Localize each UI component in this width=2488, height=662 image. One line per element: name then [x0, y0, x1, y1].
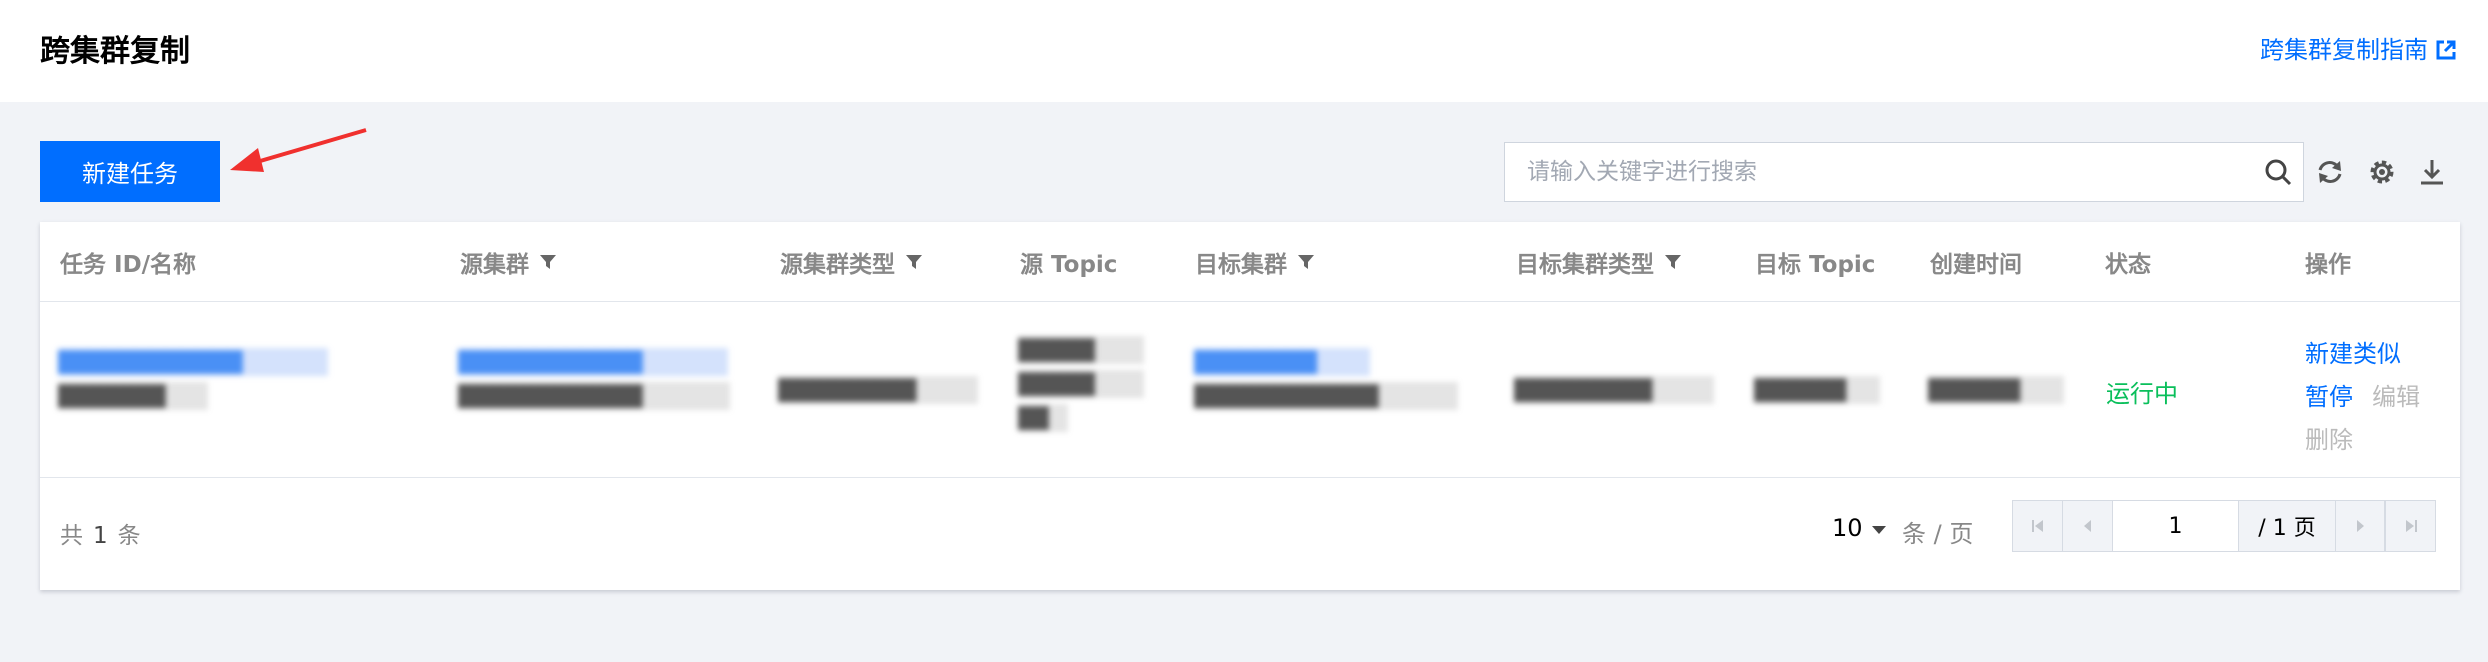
- search-input[interactable]: [1505, 143, 2253, 201]
- target-cluster-type-cell: █████████: [1514, 376, 1714, 404]
- column-header-task-id: 任务 ID/名称: [60, 222, 196, 302]
- source-cluster-type: █████████: [778, 376, 978, 404]
- table-footer: 共1条 10 条 / 页 / 1 页: [40, 478, 2460, 590]
- source-cluster-cell: ████████████ ████████████: [458, 348, 730, 410]
- column-header-target-cluster: 目标集群: [1195, 222, 1315, 302]
- delete-link: 删除: [2305, 426, 2353, 454]
- target-cluster-type: █████████: [1514, 376, 1714, 404]
- target-topic: ██████: [1754, 376, 1880, 404]
- created-time: ██████: [1928, 376, 2064, 404]
- prev-page-icon[interactable]: [2063, 501, 2113, 551]
- first-page-icon[interactable]: [2013, 501, 2063, 551]
- target-cluster-link[interactable]: ████████: [1194, 348, 1370, 376]
- status-cell: 运行中: [2106, 374, 2178, 409]
- task-name: ███████: [58, 382, 208, 410]
- annotation-arrow: [220, 120, 370, 184]
- column-label: 操作: [2305, 252, 2351, 278]
- table-header: 任务 ID/名称 源集群 源集群类型 源 Topic 目标集群 目标集群类型 目…: [40, 222, 2460, 302]
- source-cluster-link[interactable]: ████████████: [458, 348, 728, 376]
- download-icon[interactable]: [2414, 154, 2450, 190]
- source-cluster-type-cell: █████████: [778, 376, 978, 404]
- column-label: 源 Topic: [1020, 252, 1118, 278]
- task-table: 任务 ID/名称 源集群 源集群类型 源 Topic 目标集群 目标集群类型 目…: [40, 222, 2460, 590]
- table-row: ████████████ ███████ ████████████ ██████…: [40, 302, 2460, 478]
- target-cluster-name: ████████████: [1194, 382, 1458, 410]
- source-topic-line: █████: [1018, 336, 1144, 364]
- column-header-source-cluster: 源集群: [460, 222, 557, 302]
- total-count: 共1条: [60, 516, 141, 550]
- new-task-button[interactable]: 新建任务: [40, 141, 220, 202]
- edit-link: 编辑: [2372, 383, 2421, 411]
- guide-link-label: 跨集群复制指南: [2260, 36, 2428, 64]
- create-similar-link[interactable]: 新建类似: [2305, 340, 2401, 368]
- column-label: 状态: [2105, 252, 2151, 278]
- next-page-icon[interactable]: [2335, 501, 2385, 551]
- filter-icon[interactable]: [905, 253, 923, 271]
- pagination: / 1 页: [2012, 500, 2436, 552]
- column-label: 源集群类型: [780, 252, 895, 278]
- source-topic-line: █████: [1018, 370, 1144, 398]
- column-label: 创建时间: [1930, 252, 2022, 278]
- column-label: 目标集群: [1195, 252, 1287, 278]
- total-suffix: 条: [117, 523, 141, 549]
- source-topic-line: ██: [1018, 404, 1068, 432]
- actions-cell: 新建类似 暂停 编辑 删除: [2305, 334, 2455, 463]
- task-id-cell: ████████████ ███████: [58, 348, 328, 410]
- pause-link[interactable]: 暂停: [2305, 383, 2353, 411]
- external-link-icon: [2436, 40, 2456, 60]
- filter-icon[interactable]: [1297, 253, 1315, 271]
- column-label: 源集群: [460, 252, 529, 278]
- total-prefix: 共: [60, 523, 83, 549]
- page-title: 跨集群复制: [40, 34, 190, 69]
- page-number-input[interactable]: [2113, 501, 2239, 551]
- column-header-status: 状态: [2105, 222, 2151, 302]
- total-pages: / 1 页: [2239, 501, 2335, 551]
- search-box: [1504, 142, 2304, 202]
- page-header: 跨集群复制 跨集群复制指南: [0, 0, 2488, 102]
- column-label: 目标集群类型: [1516, 252, 1654, 278]
- caret-down-icon: [1871, 514, 1887, 542]
- column-header-actions: 操作: [2305, 222, 2351, 302]
- column-header-target-cluster-type: 目标集群类型: [1516, 222, 1682, 302]
- page-size-unit: 条 / 页: [1902, 520, 1974, 548]
- column-header-source-topic: 源 Topic: [1020, 222, 1117, 302]
- column-header-created-time: 创建时间: [1930, 222, 2022, 302]
- last-page-icon[interactable]: [2385, 501, 2435, 551]
- page-size-value: 10: [1832, 514, 1863, 542]
- total-number: 1: [93, 523, 108, 549]
- settings-icon[interactable]: [2364, 154, 2400, 190]
- status-badge: 运行中: [2106, 380, 2178, 408]
- task-id-link[interactable]: ████████████: [58, 348, 328, 376]
- refresh-icon[interactable]: [2312, 154, 2348, 190]
- column-label: 目标 Topic: [1755, 252, 1876, 278]
- column-label: 任务 ID/名称: [60, 252, 197, 278]
- guide-link[interactable]: 跨集群复制指南: [2260, 32, 2456, 68]
- filter-icon[interactable]: [539, 253, 557, 271]
- target-cluster-cell: ████████ ████████████: [1194, 348, 1458, 410]
- column-header-source-cluster-type: 源集群类型: [780, 222, 923, 302]
- created-time-cell: ██████: [1928, 376, 2064, 404]
- page-size-select[interactable]: 10: [1832, 514, 1887, 542]
- search-icon[interactable]: [2253, 143, 2303, 201]
- column-header-target-topic: 目标 Topic: [1755, 222, 1875, 302]
- source-cluster-name: ████████████: [458, 382, 730, 410]
- source-topic-cell: █████ █████ ██: [1018, 336, 1144, 432]
- target-topic-cell: ██████: [1754, 376, 1880, 404]
- filter-icon[interactable]: [1664, 253, 1682, 271]
